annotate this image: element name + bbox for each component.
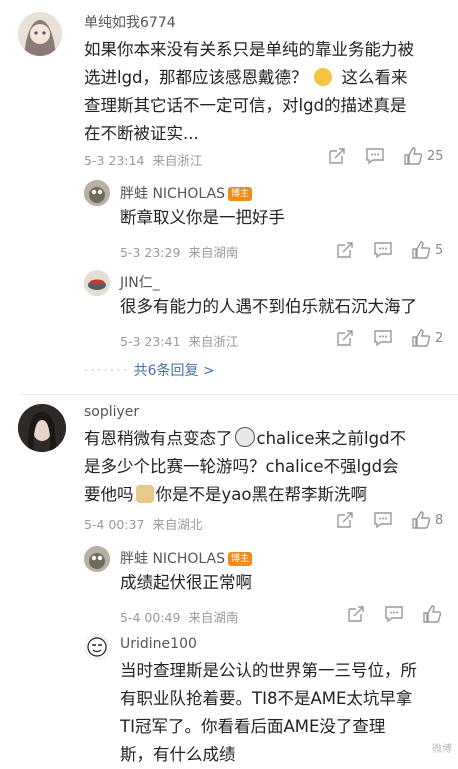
avatar[interactable] xyxy=(18,404,66,452)
comment-meta: 5-4 00:37 来自湖北 xyxy=(84,517,203,532)
like-button[interactable]: 8 xyxy=(411,510,443,530)
avatar[interactable] xyxy=(18,12,62,56)
comment-actions: 8 xyxy=(335,510,443,530)
share-button[interactable] xyxy=(335,328,355,348)
comment-icon xyxy=(366,148,384,165)
grin-emoji-icon xyxy=(313,68,332,86)
frog-avatar-icon xyxy=(84,180,110,206)
share-button[interactable] xyxy=(327,146,347,166)
weibo-watermark: 微博 xyxy=(432,744,452,755)
comment-text: 很多有能力的人遇不到伯乐就石沉大海了 xyxy=(120,297,417,316)
comment-meta: 5-4 00:49 来自湖南 xyxy=(120,610,239,625)
like-icon xyxy=(412,511,431,529)
frog-avatar-icon xyxy=(84,546,110,572)
avatar[interactable] xyxy=(84,270,110,296)
like-count: 25 xyxy=(427,148,444,164)
comment-meta: 5-3 23:41 来自浙江 xyxy=(120,334,239,349)
comment-text: 当时查理斯是公认的世界第一三号位，所 有职业队抢着要。TI8不是AME太坑早拿 … xyxy=(120,661,417,764)
username[interactable]: sopliyer xyxy=(84,404,139,420)
comment-actions: 2 xyxy=(335,328,443,348)
like-button[interactable]: 2 xyxy=(411,328,443,348)
more-replies-link[interactable]: ······· 共6条回复 > xyxy=(84,360,215,380)
like-icon xyxy=(412,241,431,259)
comment-text: 如果你本来没有关系只是单纯的靠业务能力被 选进lgd，那都应该感恩戴德？ 这么看来… xyxy=(84,40,414,143)
comment-meta: 5-3 23:29 来自湖南 xyxy=(120,245,239,260)
meme-face-avatar-icon xyxy=(84,634,110,660)
share-button[interactable] xyxy=(346,604,366,624)
comment-meta: 5-3 23:14 来自浙江 xyxy=(84,153,203,168)
author-badge: 博主 xyxy=(227,187,252,201)
avatar[interactable] xyxy=(84,546,110,572)
comment-icon xyxy=(385,606,403,623)
comment-text: 有恩稍微有点变态了 chalice来之前lgd不 是多少个比赛一轮游吗？chali… xyxy=(84,427,407,504)
comment-actions xyxy=(346,604,442,624)
share-icon xyxy=(337,242,353,258)
share-button[interactable] xyxy=(335,240,355,260)
share-button[interactable] xyxy=(335,510,355,530)
comment-button[interactable] xyxy=(365,146,385,166)
girl-avatar-icon xyxy=(18,404,66,452)
avatar[interactable] xyxy=(84,180,110,206)
comment-actions: 25 xyxy=(327,146,444,166)
like-count: 5 xyxy=(435,242,444,258)
username[interactable]: 胖蛙 NICHOLAS 博主 xyxy=(120,183,252,203)
comment-icon xyxy=(374,512,392,529)
username[interactable]: 胖蛙 NICHOLAS 博主 xyxy=(120,548,252,568)
like-icon xyxy=(412,329,431,347)
bowl-avatar-icon xyxy=(84,270,110,296)
like-button[interactable]: 5 xyxy=(411,240,443,260)
anime-avatar-icon xyxy=(18,12,62,56)
author-badge: 博主 xyxy=(227,552,252,566)
comment-button[interactable] xyxy=(373,240,393,260)
comment-text: 成绩起伏很正常啊 xyxy=(120,573,252,592)
like-count: 2 xyxy=(435,330,444,346)
like-count: 8 xyxy=(435,512,444,528)
doge-emoji-icon xyxy=(135,485,154,503)
avatar[interactable] xyxy=(84,634,110,660)
comment-actions: 5 xyxy=(335,240,443,260)
share-icon xyxy=(337,330,353,346)
like-icon xyxy=(423,605,442,623)
comment-icon xyxy=(374,242,392,259)
divider xyxy=(20,394,458,395)
like-icon xyxy=(404,147,423,165)
like-button[interactable]: 25 xyxy=(403,146,444,166)
comment-text: 断章取义你是一把好手 xyxy=(120,208,285,227)
comment-button[interactable] xyxy=(384,604,404,624)
username[interactable]: Uridine100 xyxy=(120,636,197,652)
share-icon xyxy=(329,148,345,164)
like-button[interactable] xyxy=(422,604,442,624)
username[interactable]: JIN仁_ xyxy=(120,272,160,292)
comment-icon xyxy=(374,330,392,347)
panda-emoji-icon xyxy=(234,427,255,447)
share-icon xyxy=(337,512,353,528)
comment-button[interactable] xyxy=(373,510,393,530)
share-icon xyxy=(348,606,364,622)
username[interactable]: 单纯如我6774 xyxy=(84,12,176,32)
comment-button[interactable] xyxy=(373,328,393,348)
